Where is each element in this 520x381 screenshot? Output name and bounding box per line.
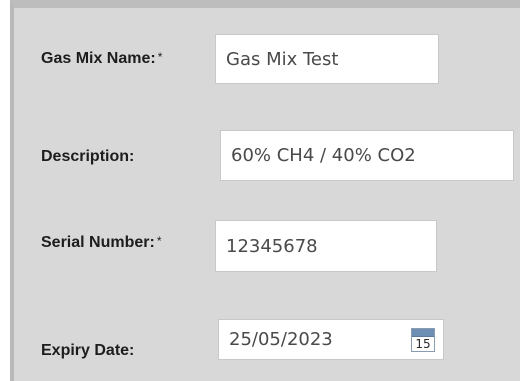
expiry-date-value: 25/05/2023 (229, 329, 333, 350)
description-label: Description: (41, 148, 135, 165)
calendar-icon-header (412, 329, 434, 337)
required-asterisk: * (157, 50, 163, 64)
serial-number-input[interactable]: 12345678 (215, 220, 437, 272)
gas-mix-name-label: Gas Mix Name: * (41, 50, 163, 67)
description-input[interactable]: 60% CH4 / 40% CO2 (220, 130, 514, 181)
expiry-date-label: Expiry Date: (41, 342, 135, 359)
gas-mix-form: Gas Mix Name: * Gas Mix Test Description:… (10, 0, 520, 381)
required-asterisk: * (156, 234, 162, 248)
gas-mix-name-input[interactable]: Gas Mix Test (215, 34, 439, 84)
expiry-date-input[interactable]: 25/05/2023 15 (218, 319, 444, 360)
calendar-icon-day: 15 (415, 337, 431, 351)
serial-number-label: Serial Number: * (41, 234, 162, 251)
calendar-icon[interactable]: 15 (411, 328, 435, 352)
